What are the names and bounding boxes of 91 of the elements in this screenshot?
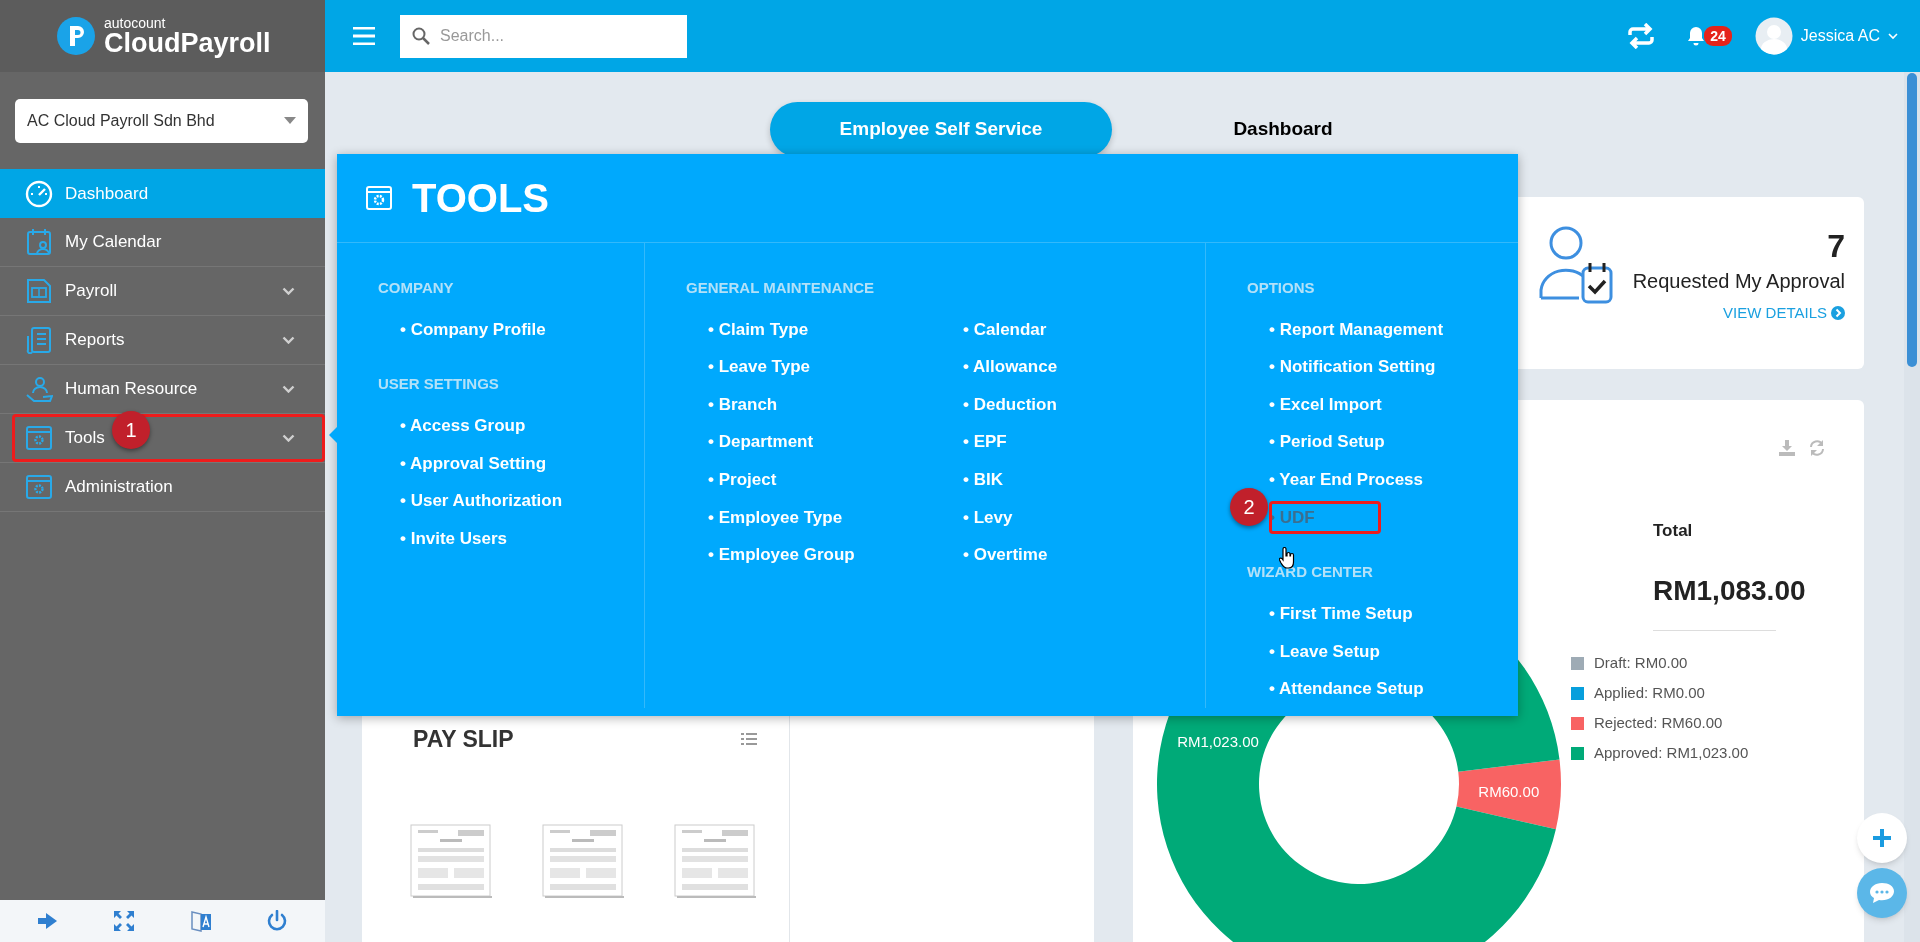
brand-tagline: autocount: [104, 15, 167, 30]
tab[interactable]: Dashboard: [1112, 102, 1454, 157]
fullscreen-icon[interactable]: [113, 910, 136, 932]
bell-icon[interactable]: [1686, 26, 1707, 46]
menu-link[interactable]: • Overtime: [963, 536, 1048, 574]
step-marker: 1: [112, 411, 150, 449]
step-marker: 2: [1230, 487, 1268, 526]
arrow-circle-icon: [1831, 306, 1845, 321]
menu-link[interactable]: • EPF: [963, 423, 1007, 462]
settings-window-icon: [25, 424, 53, 452]
legend-label: Draft: RM0.00: [1594, 653, 1688, 674]
menu-link[interactable]: • First Time Setup: [1269, 595, 1413, 633]
calendar-person-icon: [25, 228, 53, 256]
scrollbar[interactable]: [1904, 72, 1920, 942]
total-label: Total: [1653, 520, 1694, 542]
menu-link[interactable]: • Employee Type: [708, 498, 843, 537]
dashboard-gauge-icon: [25, 179, 53, 208]
menu-link[interactable]: • Claim Type: [708, 310, 809, 349]
menu-link[interactable]: • Invite Users: [400, 520, 508, 558]
section-heading: WIZARD CENTER: [1247, 563, 1374, 582]
legend-label: Approved: RM1,023.00: [1594, 743, 1749, 764]
menu-link[interactable]: • Leave Setup: [1269, 632, 1380, 671]
notification-badge: 24: [1704, 26, 1732, 46]
sync-icon[interactable]: [1626, 23, 1657, 49]
download-icon[interactable]: [1779, 440, 1795, 456]
nav-item[interactable]: My Calendar: [0, 218, 325, 267]
section-heading: COMPANY: [378, 278, 455, 297]
chat-icon: [1869, 882, 1895, 904]
menu-link[interactable]: • Notification Setting: [1269, 348, 1436, 386]
menu-link[interactable]: • Project: [708, 461, 777, 499]
total-amount: RM1,083.00: [1653, 573, 1807, 608]
menu-link[interactable]: • Attendance Setup: [1269, 670, 1424, 708]
card-title: PAY SLIP: [413, 725, 514, 754]
hand-cursor-icon: [1279, 547, 1295, 569]
tab[interactable]: Employee Self Service: [770, 102, 1112, 157]
report-icon: [25, 326, 53, 354]
nav-item[interactable]: Administration: [0, 463, 325, 512]
menu-link[interactable]: • Branch: [708, 385, 778, 424]
approval-label: Requested My Approval: [1632, 269, 1845, 294]
list-icon[interactable]: [741, 733, 757, 746]
menu-link[interactable]: • Approval Setting: [400, 444, 547, 483]
menu-link[interactable]: • BIK: [963, 461, 1003, 499]
view-details-link[interactable]: VIEW DETAILS: [1723, 302, 1845, 325]
legend-label: Rejected: RM60.00: [1594, 713, 1723, 734]
menu-link[interactable]: • User Authorization: [400, 482, 563, 521]
translate-icon[interactable]: [189, 909, 212, 933]
settings-window-icon: [25, 473, 53, 501]
refresh-icon[interactable]: [1809, 440, 1825, 456]
power-icon[interactable]: [265, 910, 288, 932]
menu-link[interactable]: • Levy: [963, 498, 1013, 537]
nav-item[interactable]: Payroll: [0, 267, 325, 316]
chevron-down-icon: [1888, 32, 1898, 40]
approval-count: 7: [1827, 227, 1845, 266]
menu-link[interactable]: • Excel Import: [1269, 385, 1382, 424]
section-heading: OPTIONS: [1247, 278, 1316, 297]
data-label: RM60.00: [1478, 782, 1540, 800]
person-hand-icon: [25, 375, 53, 403]
section-heading: USER SETTINGS: [378, 375, 500, 394]
nav-item[interactable]: Dashboard: [0, 169, 325, 218]
plus-icon: [1872, 828, 1892, 848]
data-label: RM1,023.00: [1177, 733, 1259, 750]
chat-button[interactable]: [1857, 868, 1907, 918]
nav-item[interactable]: Human Resource: [0, 365, 325, 414]
legend-label: Applied: RM0.00: [1594, 683, 1705, 704]
menu-link[interactable]: • Allowance: [963, 348, 1058, 386]
menu-link[interactable]: • Leave Type: [708, 348, 811, 386]
section-heading: GENERAL MAINTENANCE: [686, 278, 876, 297]
add-button[interactable]: [1857, 813, 1907, 863]
avatar-icon[interactable]: [1754, 17, 1793, 55]
user-menu[interactable]: Jessica AC: [1800, 24, 1880, 48]
menu-link[interactable]: • Department: [708, 423, 814, 462]
settings-window-icon: [366, 185, 392, 210]
menu-link[interactable]: • Calendar: [963, 310, 1047, 349]
scrollbar-thumb[interactable]: [1907, 73, 1917, 367]
nav-item[interactable]: Reports: [0, 316, 325, 365]
menu-link[interactable]: • Employee Group: [708, 536, 855, 574]
menu-link[interactable]: • Report Management: [1269, 310, 1444, 349]
menu-link[interactable]: • Access Group: [400, 407, 526, 445]
menu-link[interactable]: • Company Profile: [400, 310, 546, 349]
menu-link[interactable]: • Period Setup: [1269, 423, 1385, 462]
company-select[interactable]: AC Cloud Payroll Sdn Bhd: [15, 98, 308, 143]
menu-link[interactable]: • Deduction: [963, 385, 1057, 424]
search-icon: [412, 26, 430, 45]
brand-name: CloudPayroll: [104, 29, 271, 57]
logo-icon: [56, 16, 96, 56]
money-document-icon: [25, 277, 53, 305]
menu-title: TOOLS: [412, 174, 550, 222]
person-calendar-icon: [1538, 226, 1613, 306]
search-field[interactable]: Search...: [400, 14, 687, 58]
menu-icon[interactable]: [353, 27, 375, 45]
caret-icon: [284, 117, 296, 124]
